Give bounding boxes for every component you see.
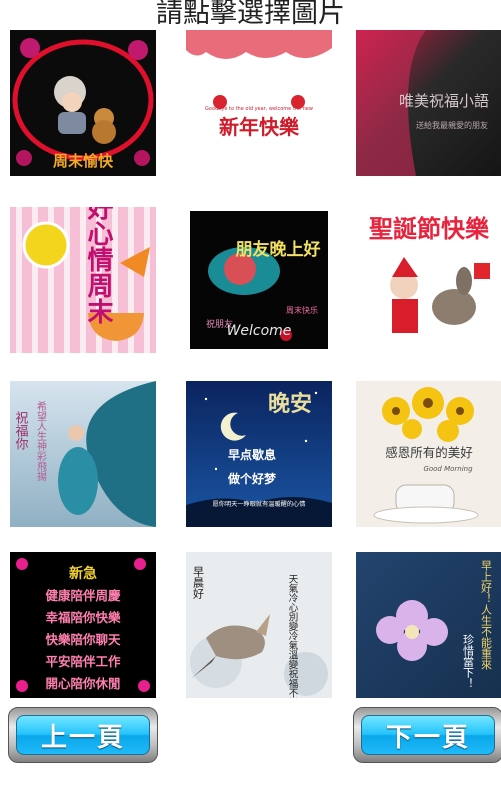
prev-page-button[interactable]: 上一頁 [8, 707, 158, 763]
image-tile-1[interactable]: 周末愉快 [10, 30, 156, 176]
next-page-label: 下一頁 [385, 722, 470, 753]
tile-3-caption: 唯美祝福小語 [399, 92, 489, 110]
tile-10-caption: 新急 [69, 565, 97, 582]
tile-5-caption: 朋友晚上好 [236, 239, 321, 260]
image-tile-4[interactable]: 好心情周末 [10, 207, 156, 353]
tile-7-caption: 祝福你 [13, 411, 29, 450]
image-tile-7[interactable]: 祝福你 希望人生神彩飛揚 [10, 381, 156, 527]
tile-4-image: 好心情周末 [10, 207, 156, 353]
image-tile-3[interactable]: 唯美祝福小語 送給我最親愛的朋友 [356, 30, 501, 176]
next-page-button-face: 下一頁 [361, 715, 495, 755]
tile-9-caption: 感恩所有的美好 [385, 445, 473, 460]
tile-7-side: 希望人生神彩飛揚 [35, 400, 47, 482]
image-tile-6[interactable]: 聖誕節快樂 [356, 207, 501, 353]
image-tile-2[interactable]: Goodbye to the old year, welcome the new… [186, 30, 332, 176]
tile-10-line5: 開心陪你休閒 [45, 676, 120, 691]
tile-2-image: Goodbye to the old year, welcome the new… [186, 30, 332, 176]
prev-page-button-face: 上一頁 [16, 715, 150, 755]
tile-5-side-right: 周末快乐 [286, 305, 318, 315]
tile-6-caption: 聖誕節快樂 [369, 214, 490, 243]
tile-2-caption: 新年快樂 [219, 115, 300, 139]
next-page-button[interactable]: 下一頁 [353, 707, 501, 763]
tile-12-caption: 早上好！人生不能重來 [480, 560, 493, 671]
tile-1-image: 周末愉快 [10, 30, 156, 176]
tile-4-caption: 好心情周末 [83, 207, 114, 324]
tile-8-line1: 早点歇息 [228, 447, 276, 462]
tile-10-image: 新急 健康陪伴周慶 幸福陪你快樂 快樂陪你聊天 平安陪伴工作 開心陪你休閒 [10, 552, 156, 698]
image-tile-5[interactable]: 朋友晚上好 祝朋友 周末快乐 Welcome [186, 207, 332, 353]
tile-8-caption: 晚安 [268, 391, 312, 417]
page-title: 請點擊選擇圖片 [156, 0, 345, 29]
tile-11-poem: 天氣冷心別變冷氣溫變祝福不變 [287, 574, 299, 698]
tile-8-line3: 愿你明天一睁眼就有温暖醒的心情 [213, 500, 306, 508]
tile-9-script: Good Morning [423, 465, 473, 473]
tile-10-line1: 健康陪伴周慶 [45, 588, 121, 603]
tile-3-image: 唯美祝福小語 送給我最親愛的朋友 [356, 30, 501, 176]
tile-1-caption: 周末愉快 [53, 152, 114, 170]
image-tile-9[interactable]: 感恩所有的美好 Good Morning [356, 381, 501, 527]
tile-7-image: 祝福你 希望人生神彩飛揚 [10, 381, 156, 527]
tile-10-line2: 幸福陪你快樂 [45, 610, 121, 625]
tile-8-line2: 做个好梦 [227, 471, 277, 486]
tile-8-image: 晚安 早点歇息 做个好梦 愿你明天一睁眼就有温暖醒的心情 [186, 381, 332, 527]
tile-12-line2: 珍惜當下！ [462, 634, 475, 689]
tile-11-image: 早晨好 天氣冷心別變冷氣溫變祝福不變 [186, 552, 332, 698]
tile-2-subcaption: Goodbye to the old year, welcome the new [205, 106, 313, 112]
prev-page-label: 上一頁 [40, 722, 125, 753]
tile-9-image: 感恩所有的美好 Good Morning [356, 381, 501, 527]
tile-11-caption: 早晨好 [192, 566, 205, 600]
tile-5-image: 朋友晚上好 祝朋友 周末快乐 Welcome [186, 207, 332, 353]
tile-3-subcaption: 送給我最親愛的朋友 [416, 120, 488, 130]
tile-10-line4: 平安陪伴工作 [45, 654, 121, 669]
tile-5-script: Welcome [227, 323, 292, 339]
tile-10-line3: 快樂陪你聊天 [45, 632, 121, 647]
image-tile-10[interactable]: 新急 健康陪伴周慶 幸福陪你快樂 快樂陪你聊天 平安陪伴工作 開心陪你休閒 [10, 552, 156, 698]
tile-12-image: 早上好！人生不能重來 珍惜當下！ [356, 552, 501, 698]
image-tile-12[interactable]: 早上好！人生不能重來 珍惜當下！ [356, 552, 501, 698]
image-tile-8[interactable]: 晚安 早点歇息 做个好梦 愿你明天一睁眼就有温暖醒的心情 [186, 381, 332, 527]
image-tile-11[interactable]: 早晨好 天氣冷心別變冷氣溫變祝福不變 [186, 552, 332, 698]
tile-6-image: 聖誕節快樂 [356, 207, 501, 353]
